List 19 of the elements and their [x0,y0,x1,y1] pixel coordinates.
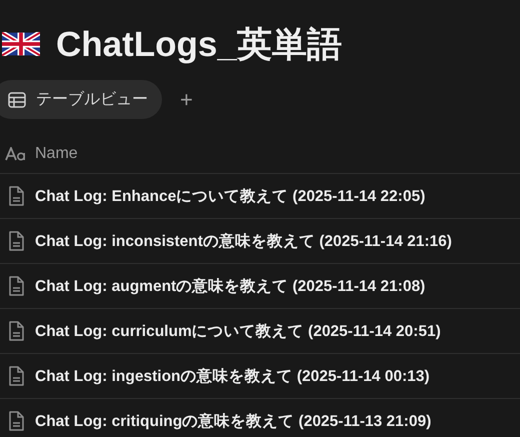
text-property-icon [5,147,27,161]
flag-icon [2,32,40,56]
row-title[interactable]: Chat Log: Enhanceについて教えて (2025-11-14 22:05) [35,186,426,206]
view-tab[interactable]: テーブルビュー [0,80,162,119]
add-view-button[interactable]: + [176,86,197,112]
row-title[interactable]: Chat Log: critiquingの意味を教えて (2025-11-13 21:09) [35,410,432,432]
document-icon [8,231,24,251]
document-icon [8,366,24,386]
document-icon [8,321,24,341]
row-title[interactable]: Chat Log: inconsistentの意味を教えて (2025-11-14 21:16) [35,230,452,252]
document-icon [8,186,24,206]
table-icon [8,92,26,108]
row-title[interactable]: Chat Log: augmentの意味を教えて (2025-11-14 21:08) [35,276,426,296]
page-title: ChatLogs_英単語 [56,24,342,66]
row-title[interactable]: Chat Log: curriculumについて教えて (2025-11-14 20:51) [35,320,441,342]
column-header: Name [35,145,78,163]
document-icon [8,411,24,431]
document-icon [8,276,24,296]
row-title[interactable]: Chat Log: ingestionの意味を教えて (2025-11-14 00:13) [35,366,430,386]
